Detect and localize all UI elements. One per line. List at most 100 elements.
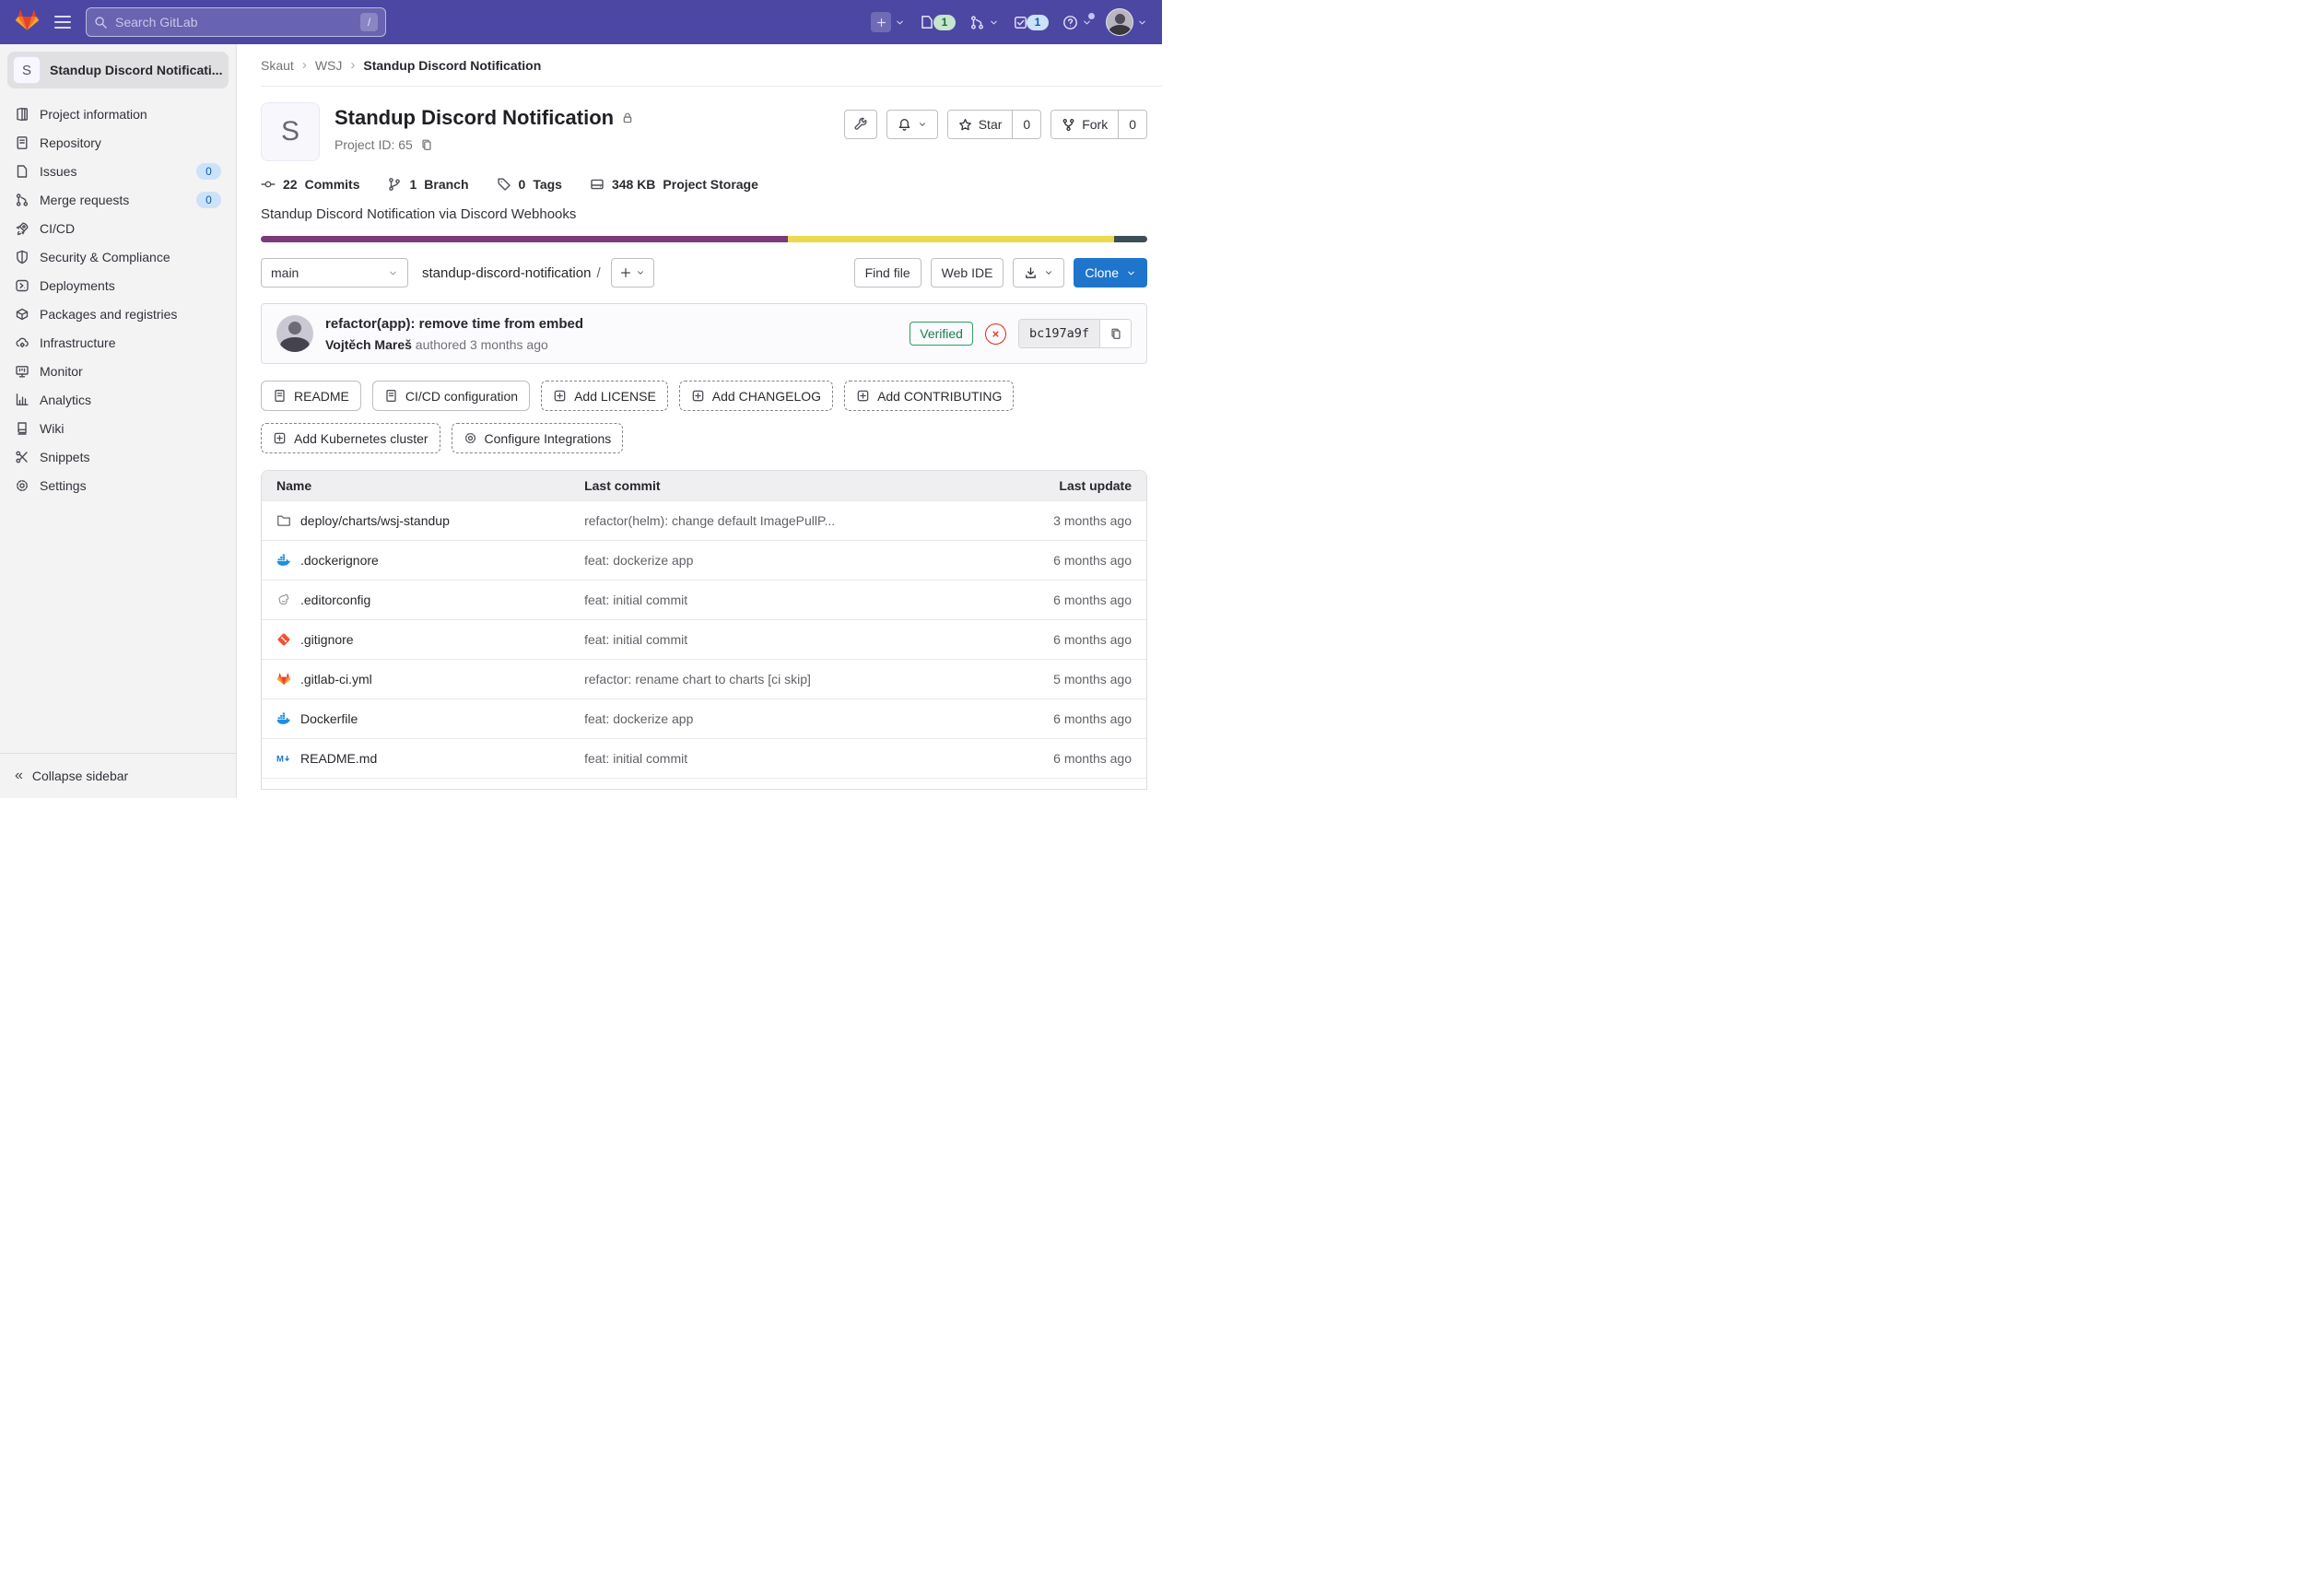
table-row[interactable]: Dockerfile feat: dockerize app 6 months … — [262, 698, 1146, 738]
commit-author-avatar[interactable] — [276, 315, 313, 352]
copy-hash-button[interactable] — [1099, 320, 1131, 347]
sidebar-item-label: Packages and registries — [40, 307, 221, 322]
table-row[interactable]: .gitlab-ci.yml refactor: rename chart to… — [262, 659, 1146, 698]
clone-button[interactable]: Clone — [1074, 258, 1147, 288]
sidebar-item-packages-registries[interactable]: Packages and registries — [0, 299, 236, 328]
table-row[interactable]: .editorconfig feat: initial commit 6 mon… — [262, 580, 1146, 619]
fork-count[interactable]: 0 — [1118, 111, 1146, 138]
file-last-commit[interactable]: feat: initial commit — [584, 751, 993, 766]
sidebar-item-deployments[interactable]: Deployments — [0, 271, 236, 299]
file-last-update: 6 months ago — [993, 711, 1132, 726]
breadcrumb-group[interactable]: Skaut — [261, 58, 294, 73]
sidebar-item-cicd[interactable]: CI/CD — [0, 214, 236, 242]
sidebar-item-infrastructure[interactable]: Infrastructure — [0, 328, 236, 357]
verified-badge[interactable]: Verified — [910, 322, 973, 346]
add-kubernetes-cluster-button[interactable]: Add Kubernetes cluster — [261, 423, 440, 453]
star-button[interactable]: Star — [948, 111, 1013, 138]
breadcrumb: Skaut › WSJ › Standup Discord Notificati… — [261, 44, 1162, 87]
editorconfig-icon — [276, 593, 291, 607]
menu-hamburger-icon[interactable] — [54, 16, 71, 29]
file-name[interactable]: README.md — [300, 751, 377, 766]
download-icon — [1024, 266, 1038, 280]
sidebar-project-context[interactable]: S Standup Discord Notificati... — [7, 52, 229, 88]
table-row[interactable]: deploy/charts/wsj-standup refactor(helm)… — [262, 500, 1146, 540]
find-file-button[interactable]: Find file — [854, 258, 921, 288]
table-row[interactable]: M README.md feat: initial commit 6 month… — [262, 738, 1146, 778]
sidebar-item-merge-requests[interactable]: Merge requests 0 — [0, 185, 236, 214]
file-last-commit[interactable]: feat: dockerize app — [584, 711, 993, 726]
add-changelog-button[interactable]: Add CHANGELOG — [679, 381, 833, 411]
file-name[interactable]: Dockerfile — [300, 711, 358, 726]
add-license-button[interactable]: Add LICENSE — [541, 381, 668, 411]
file-last-update: 5 months ago — [993, 672, 1132, 687]
new-menu-button[interactable] — [871, 12, 905, 32]
issues-menu-button[interactable]: 1 — [919, 14, 956, 30]
commits-stat[interactable]: 22Commits — [261, 177, 359, 192]
copy-icon[interactable] — [420, 138, 433, 151]
sidebar-item-project-information[interactable]: Project information — [0, 100, 236, 128]
collapse-sidebar-button[interactable]: « Collapse sidebar — [0, 753, 236, 798]
commit-author[interactable]: Vojtěch Mareš — [325, 337, 412, 352]
download-button[interactable] — [1013, 258, 1064, 288]
admin-wrench-button[interactable] — [844, 110, 877, 139]
project-content: S Standup Discord Notification Project I… — [237, 87, 1162, 798]
star-button-group[interactable]: Star 0 — [947, 110, 1041, 139]
file-last-update: 6 months ago — [993, 632, 1132, 647]
breadcrumb-subgroup[interactable]: WSJ — [315, 58, 343, 73]
disk-icon — [590, 177, 604, 192]
web-ide-button[interactable]: Web IDE — [931, 258, 1004, 288]
file-name[interactable]: deploy/charts/wsj-standup — [300, 513, 450, 528]
user-menu-button[interactable] — [1106, 8, 1147, 36]
sidebar-item-wiki[interactable]: Wiki — [0, 414, 236, 442]
sidebar-item-issues[interactable]: Issues 0 — [0, 157, 236, 185]
merge-request-icon — [969, 15, 985, 30]
fork-button-group[interactable]: Fork 0 — [1050, 110, 1147, 139]
fork-button[interactable]: Fork — [1051, 111, 1118, 138]
notifications-button[interactable] — [886, 110, 938, 139]
sidebar-item-settings[interactable]: Settings — [0, 471, 236, 499]
branch-selector[interactable]: main — [261, 258, 408, 288]
tags-stat[interactable]: 0Tags — [497, 177, 562, 192]
table-row[interactable]: .dockerignore feat: dockerize app 6 mont… — [262, 540, 1146, 580]
breadcrumb-current: Standup Discord Notification — [363, 58, 541, 73]
help-menu-button[interactable] — [1062, 15, 1092, 30]
sidebar-item-monitor[interactable]: Monitor — [0, 357, 236, 385]
file-last-commit[interactable]: refactor: rename chart to charts [ci ski… — [584, 672, 993, 687]
repo-toolbar-right: Find file Web IDE Clone — [854, 258, 1147, 288]
storage-stat[interactable]: 348 KBProject Storage — [590, 177, 758, 192]
sidebar-item-security-compliance[interactable]: Security & Compliance — [0, 242, 236, 271]
file-name[interactable]: .dockerignore — [300, 553, 379, 568]
file-last-commit[interactable]: feat: dockerize app — [584, 553, 993, 568]
search-box[interactable]: / — [86, 7, 386, 37]
gitlab-logo-icon[interactable] — [15, 8, 40, 37]
sidebar-item-analytics[interactable]: Analytics — [0, 385, 236, 414]
search-input[interactable] — [115, 15, 353, 29]
configure-integrations-button[interactable]: Configure Integrations — [452, 423, 624, 453]
star-count[interactable]: 0 — [1012, 111, 1040, 138]
file-name[interactable]: .editorconfig — [300, 593, 370, 607]
file-name[interactable]: .gitlab-ci.yml — [300, 672, 372, 687]
chevron-down-icon — [895, 18, 905, 28]
file-last-commit[interactable]: refactor(helm): change default ImagePull… — [584, 513, 993, 528]
branches-stat[interactable]: 1Branch — [387, 177, 468, 192]
todos-menu-button[interactable]: 1 — [1013, 15, 1049, 30]
commit-message[interactable]: refactor(app): remove time from embed — [325, 316, 583, 332]
chevron-down-icon — [918, 120, 927, 129]
repo-path-root[interactable]: standup-discord-notification — [422, 265, 591, 281]
add-file-dropdown-button[interactable] — [611, 258, 654, 288]
pipeline-failed-icon[interactable] — [985, 323, 1006, 345]
sidebar-item-repository[interactable]: Repository — [0, 128, 236, 157]
readme-button[interactable]: README — [261, 381, 361, 411]
file-last-commit[interactable]: feat: initial commit — [584, 632, 993, 647]
gitlab-project-page: / 1 1 — [0, 0, 1162, 798]
file-name[interactable]: .gitignore — [300, 632, 354, 647]
git-icon — [276, 632, 291, 647]
cicd-configuration-button[interactable]: CI/CD configuration — [372, 381, 530, 411]
add-contributing-button[interactable]: Add CONTRIBUTING — [844, 381, 1014, 411]
sidebar-item-snippets[interactable]: Snippets — [0, 442, 236, 471]
table-row[interactable]: .gitignore feat: initial commit 6 months… — [262, 619, 1146, 659]
file-icon — [273, 389, 287, 403]
merge-requests-menu-button[interactable] — [969, 15, 999, 30]
file-last-commit[interactable]: feat: initial commit — [584, 593, 993, 607]
language-bar[interactable] — [261, 236, 1147, 242]
